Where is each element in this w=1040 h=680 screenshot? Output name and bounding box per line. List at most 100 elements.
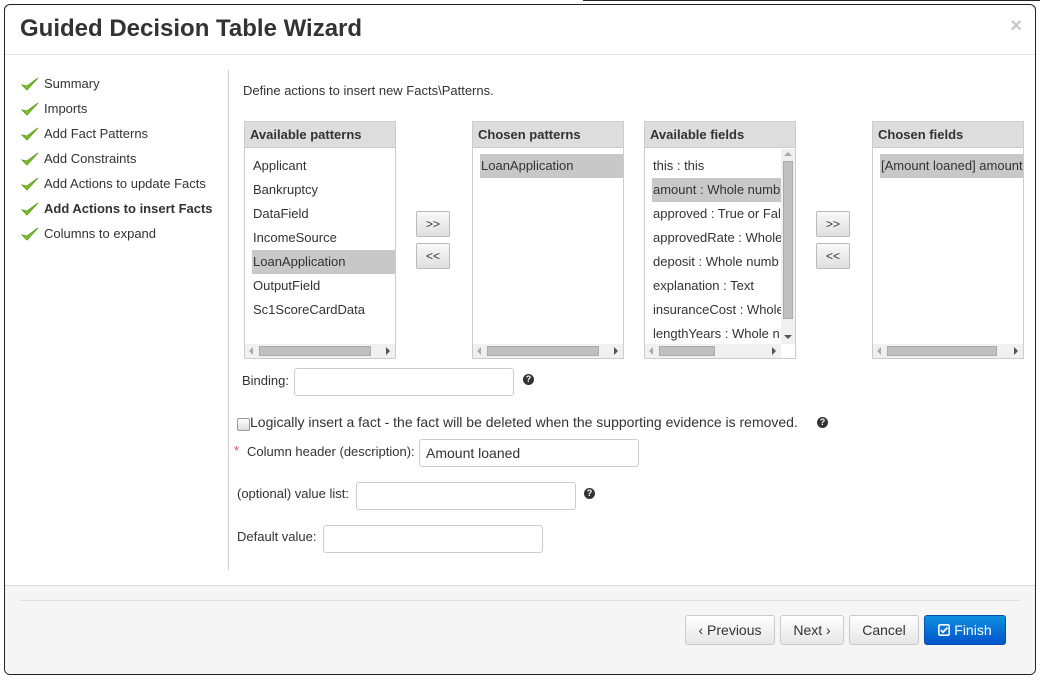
sidebar-divider (228, 70, 229, 570)
check-icon (21, 152, 39, 166)
dialog-header: Guided Decision Table Wizard × (5, 5, 1035, 55)
available-fields-header: Available fields (645, 122, 795, 148)
check-icon (21, 77, 39, 91)
wizard-step[interactable]: Add Fact Patterns (21, 121, 231, 146)
check-icon (21, 227, 39, 241)
scrollbar-thumb[interactable] (259, 346, 371, 356)
list-item[interactable]: approvedRate : Whole (645, 226, 781, 250)
finish-button[interactable]: Finish (924, 615, 1006, 645)
wizard-step[interactable]: Imports (21, 96, 231, 121)
list-item[interactable]: [Amount loaned] amount (880, 154, 1023, 178)
horizontal-scrollbar[interactable] (245, 344, 395, 358)
chosen-fields-list[interactable]: Chosen fields [Amount loaned] amount (872, 121, 1024, 359)
chosen-patterns-list[interactable]: Chosen patterns LoanApplication (472, 121, 624, 359)
column-header-input[interactable] (419, 439, 639, 467)
scroll-right-arrow-icon[interactable] (1014, 347, 1018, 355)
scrollbar-thumb[interactable] (783, 161, 793, 319)
list-item[interactable]: approved : True or Fal (645, 202, 781, 226)
wizard-step-label: Add Actions to insert Facts (44, 201, 213, 216)
intro-text: Define actions to insert new Facts\Patte… (243, 83, 494, 98)
previous-button[interactable]: ‹ Previous (685, 615, 775, 645)
chosen-fields-header: Chosen fields (873, 122, 1023, 148)
list-item[interactable]: insuranceCost : Whole (645, 298, 781, 322)
check-icon (21, 102, 39, 116)
wizard-step-label: Add Constraints (44, 151, 137, 166)
scrollbar-thumb[interactable] (487, 346, 599, 356)
available-fields-list[interactable]: Available fields this : this amount : Who… (644, 121, 796, 359)
wizard-steps: Summary Imports Add Fact Patterns Add Const… (21, 71, 231, 246)
binding-label: Binding: (242, 373, 289, 388)
checkbox-checked-icon (938, 622, 954, 638)
binding-input[interactable] (294, 368, 514, 396)
close-icon[interactable]: × (1010, 15, 1022, 38)
wizard-dialog: Guided Decision Table Wizard × Summary Im… (4, 4, 1036, 675)
check-icon (21, 177, 39, 191)
footer-divider (20, 600, 1020, 601)
chosen-patterns-header: Chosen patterns (473, 122, 623, 148)
dialog-footer: ‹ Previous Next › Cancel Finish (5, 585, 1035, 674)
required-marker: * (234, 443, 240, 458)
scrollbar-thumb[interactable] (659, 346, 715, 356)
scroll-left-arrow-icon[interactable] (877, 347, 881, 355)
wizard-step[interactable]: Columns to expand (21, 221, 231, 246)
list-item[interactable]: Bankruptcy (245, 178, 395, 202)
horizontal-scrollbar[interactable] (473, 344, 623, 358)
value-list-input[interactable] (356, 482, 576, 510)
available-patterns-list[interactable]: Available patterns Applicant Bankruptcy Da… (244, 121, 396, 359)
scroll-right-arrow-icon[interactable] (772, 347, 776, 355)
value-list-label: (optional) value list: (237, 486, 349, 501)
add-field-button[interactable]: >> (816, 211, 850, 237)
help-icon[interactable]: ? (523, 374, 534, 385)
wizard-step[interactable]: Summary (21, 71, 231, 96)
scroll-left-arrow-icon[interactable] (249, 347, 253, 355)
available-patterns-header: Available patterns (245, 122, 395, 148)
wizard-step[interactable]: Add Constraints (21, 146, 231, 171)
scroll-right-arrow-icon[interactable] (386, 347, 390, 355)
column-header-label: Column header (description): (247, 444, 415, 459)
list-item[interactable]: amount : Whole numb (652, 178, 781, 202)
list-item[interactable]: lengthYears : Whole n (645, 322, 781, 344)
vertical-scrollbar[interactable] (781, 149, 795, 344)
horizontal-scrollbar[interactable] (645, 344, 781, 358)
cancel-button[interactable]: Cancel (849, 615, 919, 645)
horizontal-scrollbar[interactable] (873, 344, 1023, 358)
wizard-step[interactable]: Add Actions to insert Facts (21, 196, 231, 221)
list-item[interactable]: IncomeSource (245, 226, 395, 250)
check-icon (21, 202, 39, 216)
default-value-input[interactable] (323, 525, 543, 553)
scroll-left-arrow-icon[interactable] (649, 347, 653, 355)
wizard-step-label: Columns to expand (44, 226, 157, 241)
wizard-step-label: Add Actions to update Facts (44, 176, 206, 191)
logical-insert-label: Logically insert a fact - the fact will … (250, 414, 798, 430)
add-pattern-button[interactable]: >> (416, 211, 450, 237)
scroll-left-arrow-icon[interactable] (477, 347, 481, 355)
logical-insert-checkbox[interactable] (237, 418, 250, 431)
check-icon (21, 127, 39, 141)
remove-field-button[interactable]: << (816, 243, 850, 269)
wizard-step-label: Imports (44, 101, 88, 116)
list-item[interactable]: this : this (645, 154, 781, 178)
scroll-up-arrow-icon[interactable] (784, 152, 792, 156)
dialog-title: Guided Decision Table Wizard (20, 15, 363, 42)
remove-pattern-button[interactable]: << (416, 243, 450, 269)
list-item[interactable]: LoanApplication (480, 154, 623, 178)
list-item[interactable]: Sc1ScoreCardData (245, 298, 395, 322)
wizard-step-label: Summary (44, 76, 100, 91)
help-icon[interactable]: ? (584, 488, 595, 499)
finish-label: Finish (954, 622, 992, 638)
list-item[interactable]: Applicant (245, 154, 395, 178)
list-item[interactable]: OutputField (245, 274, 395, 298)
default-value-label: Default value: (237, 529, 317, 544)
scrollbar-thumb[interactable] (887, 346, 997, 356)
scroll-right-arrow-icon[interactable] (614, 347, 618, 355)
wizard-step-label: Add Fact Patterns (44, 126, 149, 141)
list-item[interactable]: DataField (245, 202, 395, 226)
list-item[interactable]: explanation : Text (645, 274, 781, 298)
list-item[interactable]: LoanApplication (252, 250, 395, 274)
wizard-step[interactable]: Add Actions to update Facts (21, 171, 231, 196)
background-window-edge (583, 0, 1040, 1)
scroll-down-arrow-icon[interactable] (784, 335, 792, 339)
next-button[interactable]: Next › (780, 615, 844, 645)
list-item[interactable]: deposit : Whole numb (645, 250, 781, 274)
help-icon[interactable]: ? (817, 417, 828, 428)
